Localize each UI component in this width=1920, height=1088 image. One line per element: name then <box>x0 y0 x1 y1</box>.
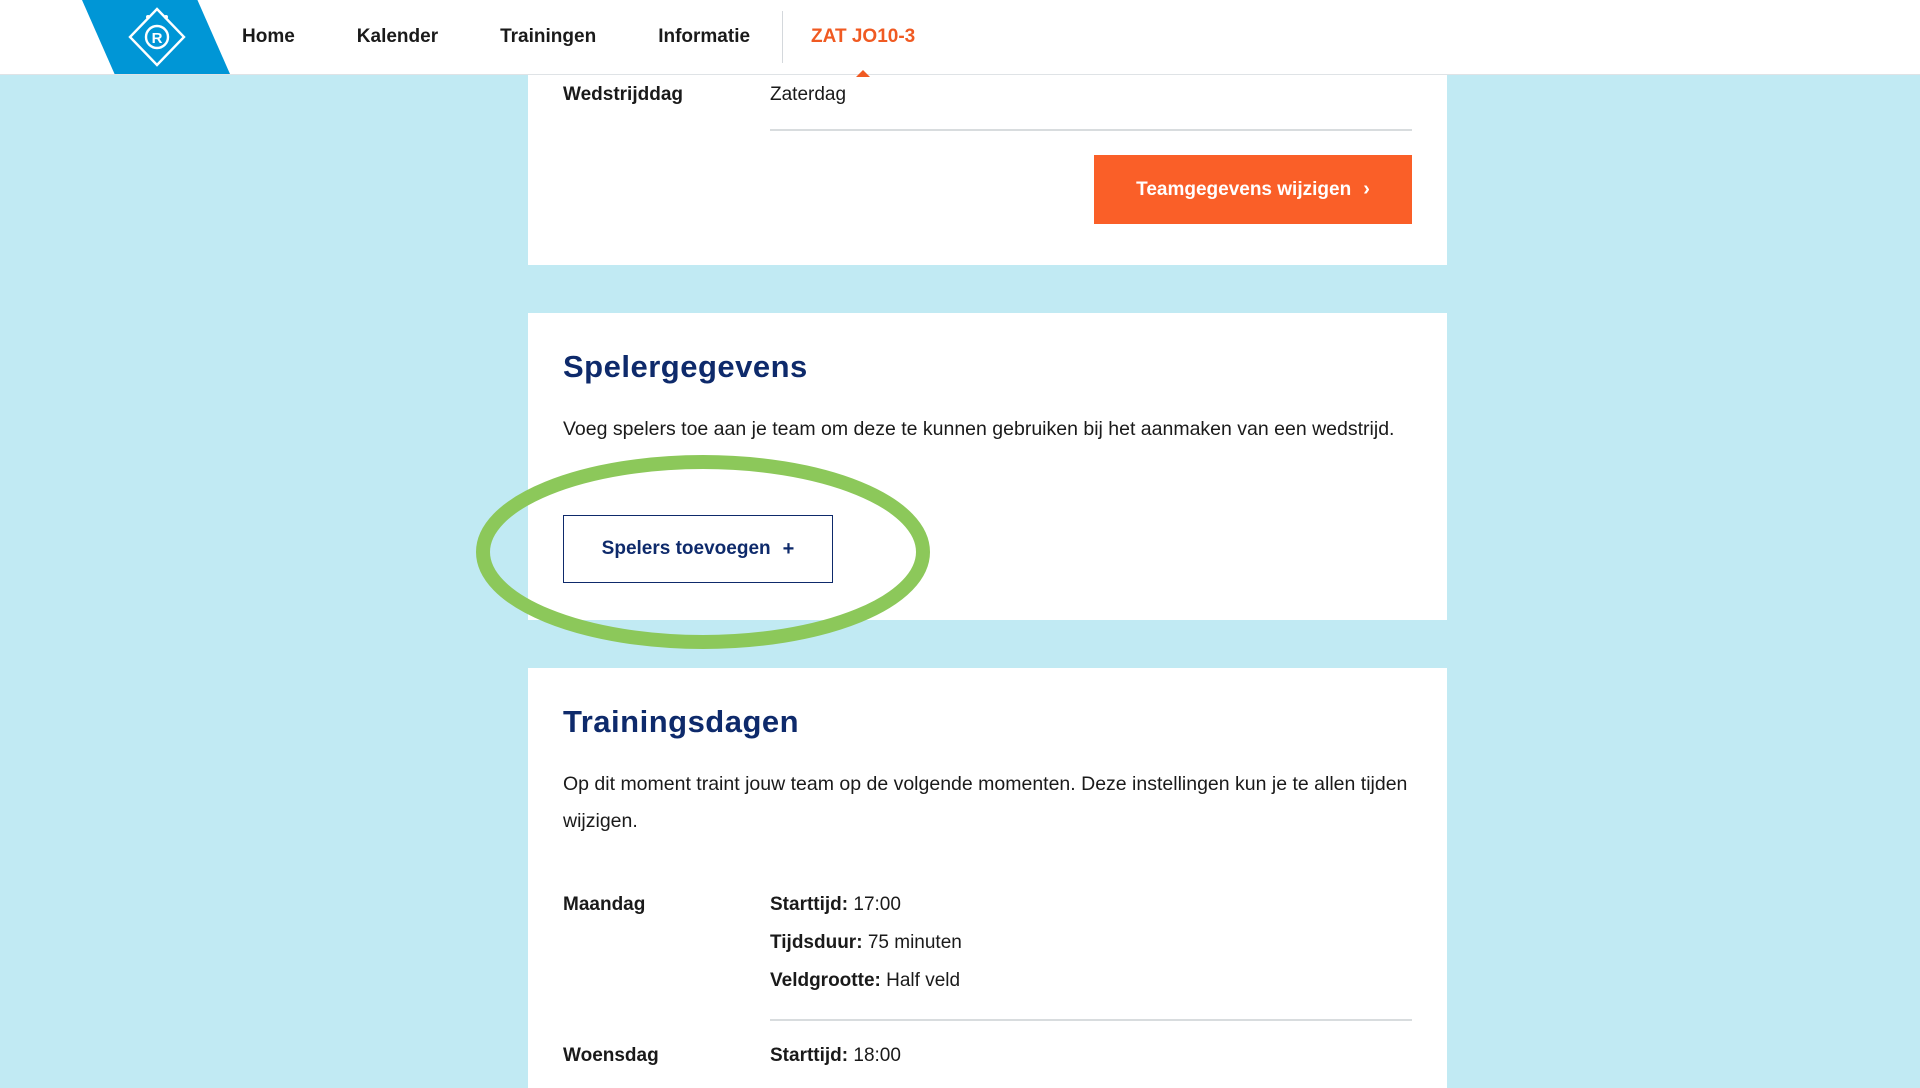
nav-divider <box>782 11 784 63</box>
nav-item-trainingen[interactable]: Trainingen <box>500 26 596 48</box>
start-time-label: Starttijd: <box>770 1045 849 1066</box>
training-day-label: Maandag <box>563 894 646 915</box>
start-time-label: Starttijd: <box>770 894 849 915</box>
club-logo[interactable]: R <box>82 0 230 74</box>
start-time-value: 18:00 <box>853 1045 901 1066</box>
training-card-title: Trainingsdagen <box>563 704 800 739</box>
add-players-button-label: Spelers toevoegen <box>601 538 771 559</box>
top-navigation-bar: R Home Kalender Trainingen Informatie ZA… <box>0 0 1920 75</box>
players-card-description: Voeg spelers toe aan je team om deze te … <box>563 418 1395 440</box>
nav-item-informatie[interactable]: Informatie <box>658 26 750 48</box>
divider <box>770 1019 1412 1021</box>
nav-item-active-team[interactable]: ZAT JO10-3 <box>811 26 915 48</box>
nav-item-kalender[interactable]: Kalender <box>357 26 438 48</box>
players-card-title: Spelergegevens <box>563 349 808 384</box>
field-size-value: Half veld <box>886 970 961 991</box>
player-details-card: Spelergegevens Voeg spelers toe aan je t… <box>528 313 1447 620</box>
training-day-label: Woensdag <box>563 1045 659 1066</box>
chevron-right-icon: › <box>1363 178 1370 200</box>
svg-text:R: R <box>152 30 163 47</box>
edit-team-button-label: Teamgegevens wijzigen <box>1136 178 1352 200</box>
start-time-line: Starttijd: 17:00 <box>770 894 901 916</box>
nav-item-home[interactable]: Home <box>242 26 295 48</box>
training-card-description: Op dit moment traint jouw team op de vol… <box>563 773 1408 832</box>
main-nav: Home Kalender Trainingen Informatie ZAT … <box>242 0 915 74</box>
duration-label: Tijdsduur: <box>770 932 863 953</box>
add-players-button[interactable]: Spelers toevoegen + <box>563 515 833 583</box>
field-size-line: Veldgrootte: Half veld <box>770 970 960 992</box>
match-day-label: Wedstrijddag <box>563 84 683 105</box>
training-days-card: Trainingsdagen Op dit moment traint jouw… <box>528 668 1447 1088</box>
start-time-line: Starttijd: 18:00 <box>770 1045 901 1067</box>
club-logo-icon: R <box>128 7 186 67</box>
start-time-value: 17:00 <box>853 894 901 915</box>
field-size-label: Veldgrootte: <box>770 970 881 991</box>
match-day-value: Zaterdag <box>770 84 847 105</box>
divider <box>770 129 1412 131</box>
plus-icon: + <box>782 537 795 560</box>
duration-value: 75 minuten <box>867 932 962 953</box>
edit-team-button[interactable]: Teamgegevens wijzigen › <box>1094 155 1412 224</box>
duration-line: Tijdsduur: 75 minuten <box>770 932 962 954</box>
